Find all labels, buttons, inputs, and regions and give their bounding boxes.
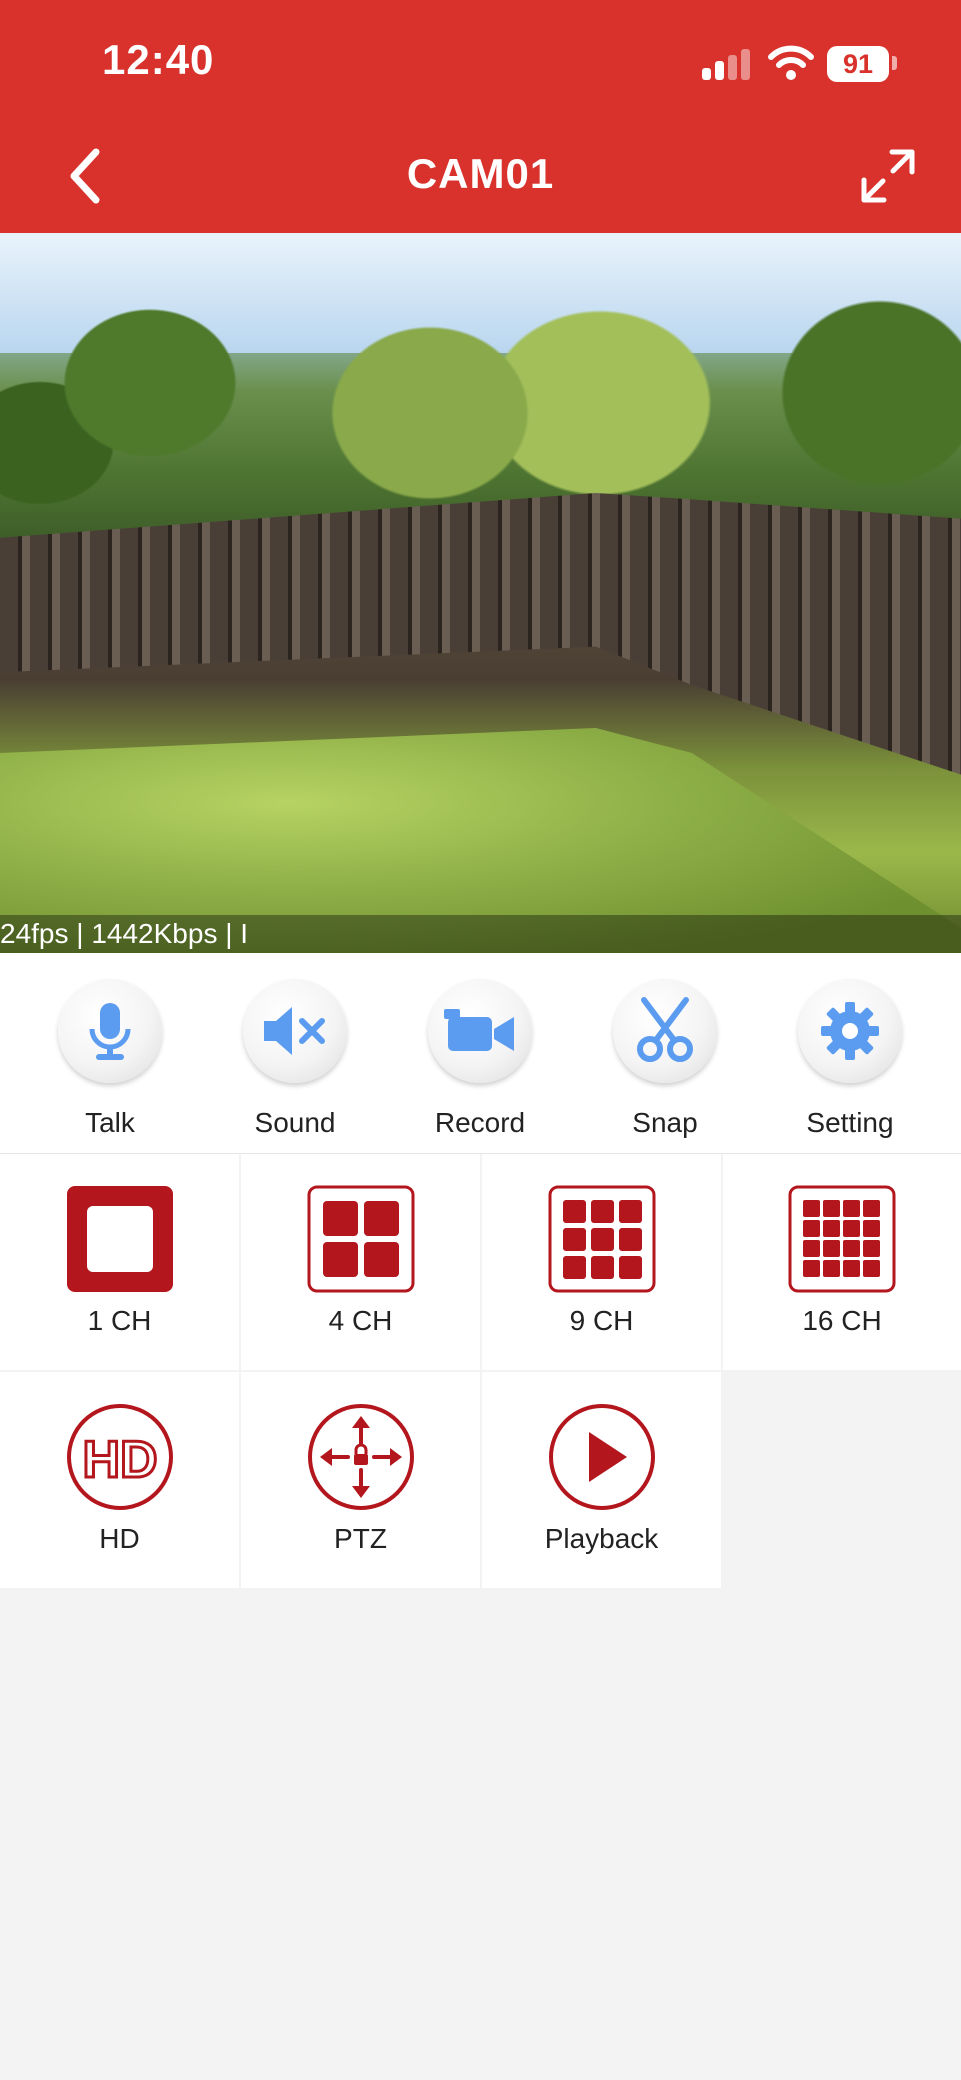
sound-label: Sound	[254, 1107, 336, 1138]
video-trees	[0, 273, 961, 523]
wifi-icon	[768, 45, 814, 80]
single-channel-icon	[66, 1186, 173, 1292]
scissors-icon	[613, 979, 717, 1083]
gear-icon	[798, 979, 902, 1083]
setting-button[interactable]: Setting	[770, 979, 930, 1139]
setting-label: Setting	[806, 1107, 894, 1138]
svg-text:HD: HD	[82, 1431, 157, 1489]
function-grid: 1 CH 4 CH 9 CH 16 CH HD HD PTZ Playback	[0, 1154, 961, 1590]
camera-live-view[interactable]: 24fps | 1442Kbps | I	[0, 233, 961, 953]
stream-stats: 24fps | 1442Kbps | I	[0, 918, 249, 949]
video-camera-icon	[428, 979, 532, 1083]
record-button[interactable]: Record	[400, 979, 560, 1139]
playback-label: Playback	[544, 1523, 659, 1554]
ptz-label: PTZ	[334, 1523, 387, 1554]
status-time: 12:40	[102, 36, 215, 83]
hd-label: HD	[99, 1523, 140, 1554]
four-channel-label: 4 CH	[328, 1305, 393, 1336]
nine-channel-button[interactable]: 9 CH	[482, 1154, 721, 1370]
one-channel-label: 1 CH	[87, 1305, 152, 1336]
app-header: 12:40 91 CAM01	[0, 0, 961, 233]
sixteen-channel-button[interactable]: 16 CH	[723, 1154, 961, 1370]
speaker-muted-icon	[243, 979, 347, 1083]
sound-button[interactable]: Sound	[215, 979, 375, 1139]
microphone-icon	[58, 979, 162, 1083]
four-channel-button[interactable]: 4 CH	[241, 1154, 480, 1370]
play-icon	[548, 1404, 655, 1510]
nine-channel-grid-icon	[548, 1185, 655, 1293]
four-channel-grid-icon	[307, 1185, 414, 1293]
page-title: CAM01	[406, 150, 555, 197]
control-toolbar: Talk Sound Record Snap Setting	[0, 953, 961, 1154]
sixteen-channel-grid-icon	[788, 1185, 896, 1293]
fullscreen-button[interactable]	[860, 148, 916, 204]
snap-button[interactable]: Snap	[585, 979, 745, 1139]
battery-indicator: 91	[827, 46, 889, 82]
talk-label: Talk	[85, 1107, 135, 1138]
hd-icon: HD	[66, 1404, 173, 1510]
record-label: Record	[434, 1107, 526, 1138]
battery-nub	[892, 56, 897, 70]
snap-label: Snap	[632, 1107, 698, 1138]
one-channel-button[interactable]: 1 CH	[0, 1154, 239, 1370]
sixteen-channel-label: 16 CH	[802, 1305, 882, 1336]
ptz-icon	[307, 1404, 414, 1510]
nine-channel-label: 9 CH	[569, 1305, 634, 1336]
cellular-signal-icon	[702, 48, 750, 80]
talk-button[interactable]: Talk	[30, 979, 190, 1139]
hd-button[interactable]: HD HD	[0, 1372, 239, 1588]
playback-button[interactable]: Playback	[482, 1372, 721, 1588]
ptz-button[interactable]: PTZ	[241, 1372, 480, 1588]
